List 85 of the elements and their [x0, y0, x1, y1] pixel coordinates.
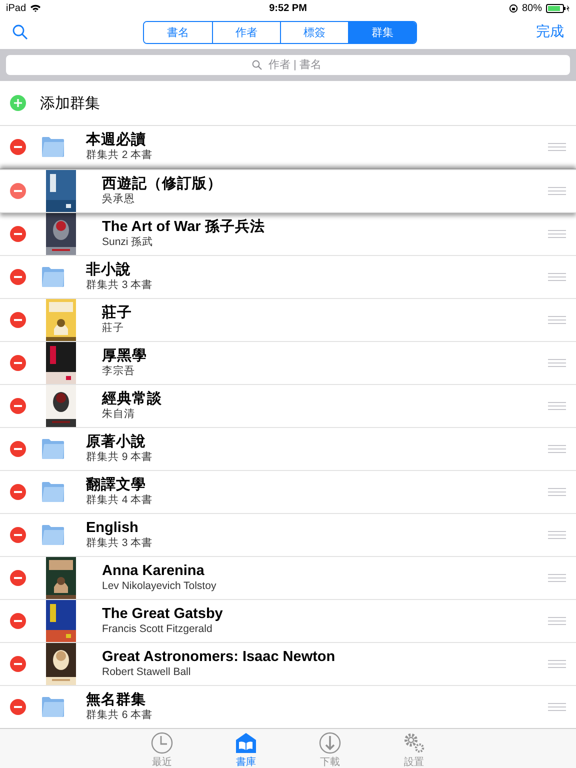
row-subtitle: 吳承恩 [102, 193, 135, 206]
delete-button[interactable] [10, 484, 26, 500]
tab-bar-item[interactable]: 書庫 [218, 732, 274, 768]
delete-button[interactable] [10, 312, 26, 328]
reorder-handle-icon[interactable] [548, 703, 566, 711]
folder-icon [41, 481, 65, 503]
battery-icon [546, 4, 570, 12]
reorder-handle-icon[interactable] [548, 359, 566, 367]
tab-bar-item[interactable]: 最近 [134, 732, 190, 768]
download-icon [319, 732, 341, 754]
delete-button[interactable] [10, 269, 26, 285]
reorder-handle-icon[interactable] [548, 316, 566, 324]
row-title: The Great Gatsby [102, 606, 223, 623]
tab-bar-item[interactable]: 設置 [386, 732, 442, 768]
clock-icon [151, 732, 173, 754]
book-icon [235, 732, 257, 754]
reorder-handle-icon[interactable] [548, 402, 566, 410]
row-title: 本週必讀 [86, 132, 146, 149]
reorder-handle-icon[interactable] [548, 273, 566, 281]
row-subtitle: Sunzi 孫武 [102, 236, 154, 249]
dragged-row[interactable]: 西遊記（修訂版） 吳承恩 [0, 169, 576, 213]
row-subtitle: 群集共 9 本書 [86, 451, 153, 464]
settings-icon [403, 732, 425, 754]
folder-icon [41, 136, 65, 158]
delete-button[interactable] [10, 441, 26, 457]
row-title: Great Astronomers: Isaac Newton [102, 649, 336, 666]
delete-button[interactable] [10, 570, 26, 586]
add-button[interactable] [10, 95, 26, 111]
search-field[interactable]: 作者 | 書名 [6, 55, 570, 75]
reorder-handle-icon[interactable] [548, 187, 566, 195]
delete-button[interactable] [10, 527, 26, 543]
reorder-handle-icon[interactable] [548, 488, 566, 496]
delete-button[interactable] [10, 613, 26, 629]
row-subtitle: 群集共 4 本書 [86, 494, 153, 507]
row-title: 經典常談 [102, 391, 162, 408]
add-group-label[interactable]: 添加群集 [40, 94, 100, 112]
search-icon [252, 60, 262, 70]
battery-percent: 80% [522, 2, 542, 14]
row-subtitle: 莊子 [102, 322, 124, 335]
row-subtitle: Francis Scott Fitzgerald [102, 623, 212, 636]
row-subtitle: 群集共 3 本書 [86, 537, 153, 550]
folder-icon [41, 696, 65, 718]
row-title: 厚黑學 [102, 348, 147, 365]
wifi-icon [30, 4, 42, 12]
rotation-lock-icon [509, 4, 518, 12]
row-subtitle: 朱自清 [102, 408, 135, 421]
tab-bar-item[interactable]: 下載 [302, 732, 358, 768]
folder-icon [41, 524, 65, 546]
reorder-handle-icon[interactable] [548, 445, 566, 453]
folder-icon [41, 438, 65, 460]
row-title: 非小說 [86, 262, 131, 279]
device-name: iPad [6, 2, 26, 14]
delete-button[interactable] [10, 699, 26, 715]
reorder-handle-icon[interactable] [548, 143, 566, 151]
row-subtitle: 群集共 2 本書 [86, 149, 153, 162]
reorder-handle-icon[interactable] [548, 574, 566, 582]
search-icon[interactable] [12, 24, 28, 40]
row-subtitle: 群集共 3 本書 [86, 279, 153, 292]
delete-button[interactable] [10, 398, 26, 414]
folder-icon [41, 266, 65, 288]
segment-tab[interactable]: 群集 [348, 22, 416, 42]
done-button[interactable]: 完成 [532, 22, 568, 42]
row-title: 無名群集 [86, 692, 146, 709]
row-subtitle: Lev Nikolayevich Tolstoy [102, 580, 216, 593]
row-subtitle: Robert Stawell Ball [102, 666, 191, 679]
delete-button[interactable] [10, 183, 26, 199]
reorder-handle-icon[interactable] [548, 660, 566, 668]
row-title: 翻譯文學 [86, 477, 146, 494]
plus-icon [14, 99, 22, 107]
row-title: English [86, 520, 138, 537]
reorder-handle-icon[interactable] [548, 230, 566, 238]
delete-button[interactable] [10, 656, 26, 672]
delete-button[interactable] [10, 139, 26, 155]
row-title: Anna Karenina [102, 563, 204, 580]
row-title: The Art of War 孫子兵法 [102, 219, 265, 236]
reorder-handle-icon[interactable] [548, 617, 566, 625]
row-title: 西遊記（修訂版） [102, 176, 222, 193]
row-title: 莊子 [102, 305, 132, 322]
reorder-handle-icon[interactable] [548, 531, 566, 539]
row-subtitle: 李宗吾 [102, 365, 135, 378]
clock-time: 9:52 PM [269, 2, 307, 14]
row-title: 原著小說 [86, 434, 146, 451]
row-subtitle: 群集共 6 本書 [86, 709, 153, 722]
delete-button[interactable] [10, 226, 26, 242]
delete-button[interactable] [10, 355, 26, 371]
